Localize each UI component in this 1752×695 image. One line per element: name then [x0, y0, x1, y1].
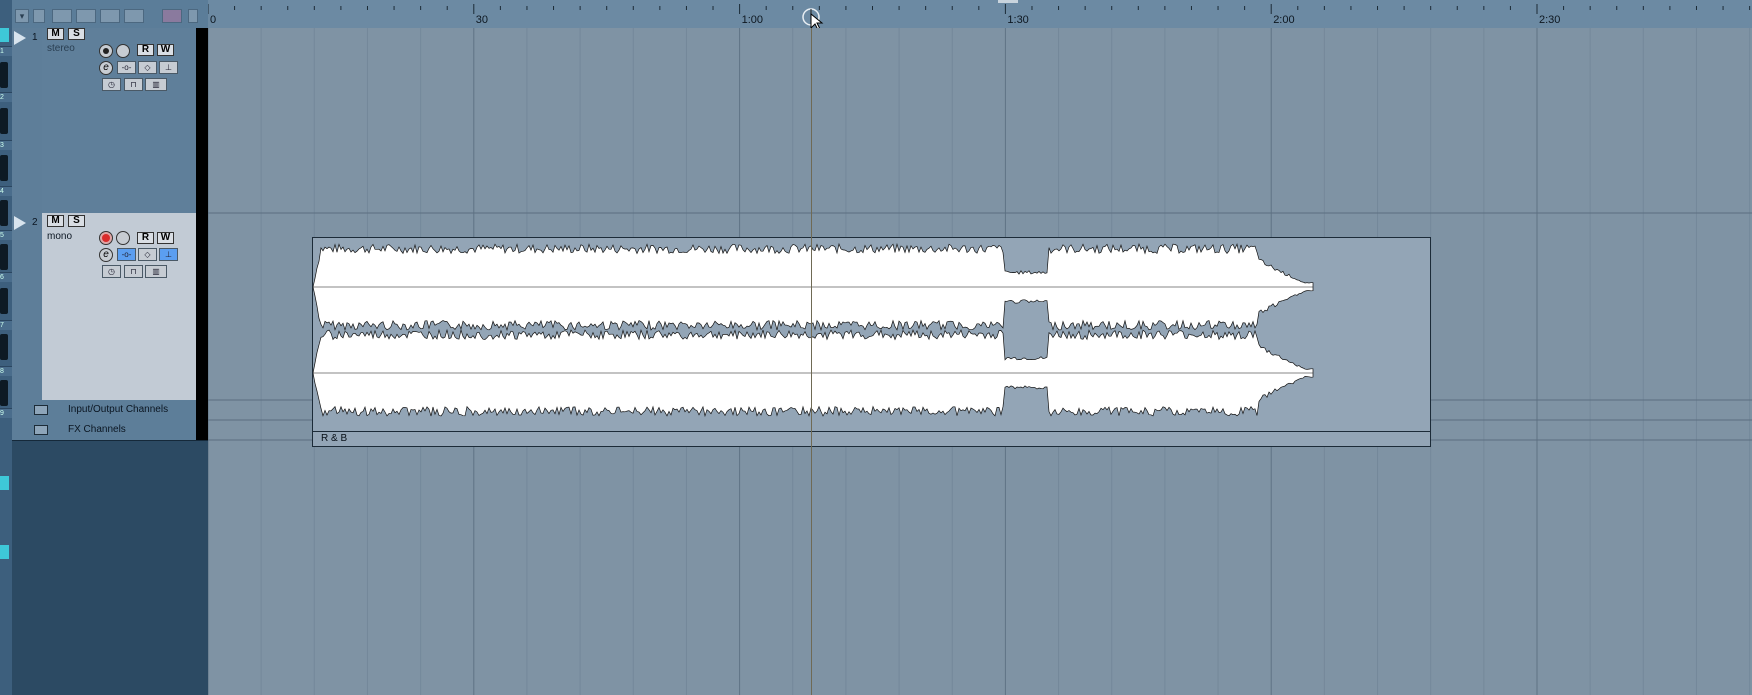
cyan-indicator	[0, 545, 9, 559]
solo-button[interactable]: S	[68, 215, 85, 227]
edit-button[interactable]: e	[99, 248, 113, 262]
lock-icon[interactable]: ⊓	[124, 265, 143, 278]
toolbar-button[interactable]	[100, 9, 120, 23]
cyan-indicator	[0, 28, 9, 42]
strip-meter	[0, 62, 8, 88]
toolbar-button[interactable]	[76, 9, 96, 23]
strip-num-7: 7	[0, 320, 12, 330]
strip-num-2: 2	[0, 92, 12, 102]
filter-icon[interactable]	[33, 9, 45, 23]
eq-icon[interactable]: ◇	[138, 248, 157, 261]
ruler-tick-label: 30	[475, 14, 489, 26]
track-name[interactable]: stereo	[47, 43, 75, 54]
grid-icon[interactable]: ▥	[145, 78, 167, 91]
insert-icon[interactable]: -o-	[117, 61, 136, 74]
record-icon[interactable]	[99, 231, 113, 245]
strip-num-6: 6	[0, 272, 12, 282]
strip-num-8: 8	[0, 366, 12, 376]
time-ruler[interactable]: 0301:001:302:002:303:003:304:004:305:00	[208, 0, 1752, 29]
solo-button[interactable]: S	[68, 28, 85, 40]
speaker-icon[interactable]	[116, 44, 130, 58]
strip-num-1: 1	[0, 46, 12, 56]
ruler-tick-label: 2:00	[1273, 14, 1295, 26]
track-row-1[interactable]: 1 M S stereo R W e -o- ◇ ⊥ ◷ ⊓ ▥	[12, 28, 196, 213]
read-button[interactable]: R	[137, 232, 154, 244]
ruler-tick-label: 1:00	[741, 14, 764, 26]
track-number: 2	[32, 217, 38, 228]
mouse-cursor-icon	[810, 13, 824, 28]
track-row-2[interactable]: 2 M S mono R W e -o- ◇ ⊥ ◷ ⊓ ▥	[12, 213, 196, 400]
folder-icon	[34, 425, 48, 435]
track-edge	[196, 213, 208, 400]
audio-event-region[interactable]: R & B	[312, 237, 1431, 447]
strip-meter	[0, 200, 8, 226]
track-number-column: 2	[12, 213, 42, 400]
folder-label: FX Channels	[68, 424, 126, 435]
ruler-ticks	[208, 0, 1751, 14]
toolbar-button[interactable]	[52, 9, 72, 23]
region-name-bar: R & B	[313, 431, 1430, 446]
insert-icon[interactable]: -o-	[117, 248, 136, 261]
arrange-window[interactable]: R & B	[208, 28, 1752, 695]
left-edge-strip: 1 2 3 4 5 6 7 8 9	[0, 0, 12, 695]
track-number-column: 1	[12, 28, 42, 213]
folder-label: Input/Output Channels	[68, 404, 169, 415]
write-button[interactable]: W	[157, 232, 174, 244]
sends-icon[interactable]: ⊥	[159, 248, 178, 261]
strip-meter	[0, 155, 8, 181]
track-edge	[196, 28, 208, 213]
strip-num-3: 3	[0, 140, 12, 150]
folder-track-io[interactable]: Input/Output Channels	[12, 400, 208, 421]
triangle-expand-icon[interactable]	[14, 216, 26, 230]
triangle-expand-icon[interactable]	[14, 31, 26, 45]
ruler-tick-label: 1:30	[1007, 14, 1029, 26]
strip-num-5: 5	[0, 230, 12, 240]
cyan-indicator	[0, 476, 9, 490]
mute-button[interactable]: M	[47, 215, 64, 227]
track-name[interactable]: mono	[47, 231, 72, 242]
color-palette-icon[interactable]	[162, 9, 182, 23]
collapse-icon[interactable]: ▾	[15, 9, 29, 23]
audio-waveform	[313, 242, 1314, 418]
toolbar-divider	[188, 9, 198, 23]
folder-track-fx[interactable]: FX Channels	[12, 420, 208, 441]
track-list-toolbar: ▾	[12, 0, 208, 29]
toolbar-button[interactable]	[124, 9, 144, 23]
folder-icon	[34, 405, 48, 415]
strip-meter	[0, 334, 8, 360]
clock-icon[interactable]: ◷	[102, 78, 121, 91]
track-controls: M S mono R W e -o- ◇ ⊥ ◷ ⊓ ▥	[42, 213, 196, 400]
strip-meter	[0, 244, 8, 270]
ruler-tick-label: 2:30	[1539, 14, 1561, 26]
track-controls: M S stereo R W e -o- ◇ ⊥ ◷ ⊓ ▥	[42, 28, 196, 213]
write-button[interactable]: W	[157, 44, 174, 56]
track-list: 1 M S stereo R W e -o- ◇ ⊥ ◷ ⊓ ▥ 2 M S m…	[12, 28, 208, 695]
sends-icon[interactable]: ⊥	[159, 61, 178, 74]
playhead-cursor	[811, 28, 812, 695]
lock-icon[interactable]: ⊓	[124, 78, 143, 91]
track-number: 1	[32, 32, 38, 43]
read-button[interactable]: R	[137, 44, 154, 56]
record-icon[interactable]	[99, 44, 113, 58]
strip-meter	[0, 108, 8, 134]
eq-icon[interactable]: ◇	[138, 61, 157, 74]
edit-button[interactable]: e	[99, 61, 113, 75]
track-edge	[196, 400, 208, 440]
region-name: R & B	[321, 433, 348, 444]
speaker-icon[interactable]	[116, 231, 130, 245]
strip-num-4: 4	[0, 186, 12, 196]
strip-meter	[0, 380, 8, 406]
clock-icon[interactable]: ◷	[102, 265, 121, 278]
ruler-tick-label: 0	[210, 14, 217, 26]
locator-marker	[998, 0, 1018, 3]
strip-meter	[0, 288, 8, 314]
strip-num-9: 9	[0, 408, 12, 418]
grid-icon[interactable]: ▥	[145, 265, 167, 278]
mute-button[interactable]: M	[47, 28, 64, 40]
